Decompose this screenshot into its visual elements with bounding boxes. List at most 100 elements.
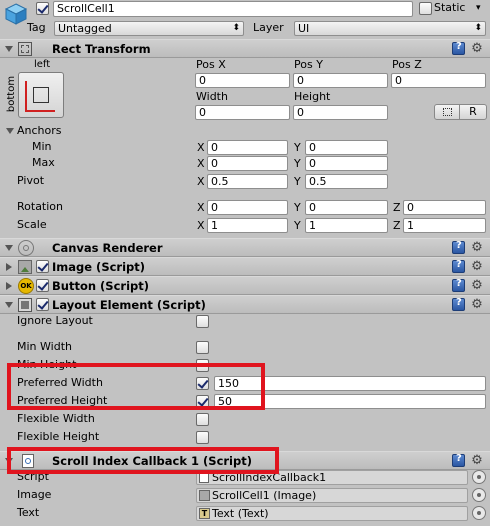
help-book-icon[interactable] xyxy=(452,278,465,292)
foldout-closed-icon[interactable] xyxy=(6,263,12,271)
static-dropdown-icon[interactable]: ▾ xyxy=(476,1,481,15)
help-book-icon[interactable] xyxy=(452,453,465,467)
script-object-picker-icon[interactable] xyxy=(472,470,486,484)
anchor-preset-red-line-bottom xyxy=(25,110,55,112)
gear-icon[interactable]: ⚙ xyxy=(470,279,484,293)
scale-x-input[interactable]: 1 xyxy=(207,218,288,233)
foldout-open-icon[interactable] xyxy=(5,245,13,251)
pos-x-header: Pos X xyxy=(196,58,226,71)
pivot-y-input[interactable]: 0.5 xyxy=(305,174,388,189)
rotation-y-input[interactable]: 0 xyxy=(305,200,388,215)
rotation-y-axis-label: Y xyxy=(294,201,301,214)
min-y-axis-label: Y xyxy=(294,141,301,154)
max-y-axis-label: Y xyxy=(294,157,301,170)
pos-x-input[interactable]: 0 xyxy=(195,73,290,88)
anchors-label: Anchors xyxy=(17,124,62,137)
scale-label: Scale xyxy=(17,218,47,231)
image-object-field[interactable]: ScrollCell1 (Image) xyxy=(196,488,468,503)
max-label: Max xyxy=(32,156,55,169)
static-checkbox[interactable] xyxy=(419,2,432,15)
text-label: Text xyxy=(17,506,40,519)
blueprint-mode-button[interactable] xyxy=(434,104,460,120)
anchor-preset-button[interactable] xyxy=(18,72,64,118)
scale-x-axis-label: X xyxy=(197,219,205,232)
flexible-height-label: Flexible Height xyxy=(17,430,100,443)
button-icon-text: OK xyxy=(20,282,32,290)
help-book-icon[interactable] xyxy=(452,259,465,273)
min-width-checkbox[interactable] xyxy=(196,341,209,354)
height-header: Height xyxy=(294,90,331,103)
button-enabled-checkbox[interactable] xyxy=(36,279,49,292)
anchor-max-y-input[interactable]: 0 xyxy=(305,156,388,171)
width-header: Width xyxy=(196,90,228,103)
gear-icon[interactable]: ⚙ xyxy=(470,298,484,312)
pos-z-input[interactable]: 0 xyxy=(391,73,486,88)
highlight-box-preferred-size xyxy=(7,363,265,410)
layout-element-icon xyxy=(18,298,32,312)
foldout-open-icon[interactable] xyxy=(5,46,13,52)
max-x-axis-label: X xyxy=(197,157,205,170)
image-object-picker-icon[interactable] xyxy=(472,488,486,502)
ignore-layout-checkbox[interactable] xyxy=(196,315,209,328)
image-object-value: ScrollCell1 (Image) xyxy=(212,489,317,502)
anchor-max-x-input[interactable]: 0 xyxy=(207,156,288,171)
anchor-preset-side-label: bottom xyxy=(6,75,18,113)
help-book-icon[interactable] xyxy=(452,297,465,311)
help-book-icon[interactable] xyxy=(452,240,465,254)
anchor-min-x-input[interactable]: 0 xyxy=(207,140,288,155)
gear-icon[interactable]: ⚙ xyxy=(470,454,484,468)
help-book-icon[interactable] xyxy=(452,41,465,55)
min-x-axis-label: X xyxy=(197,141,205,154)
raw-edit-button[interactable]: R xyxy=(459,104,487,120)
text-asset-icon: T xyxy=(199,508,210,519)
min-width-label: Min Width xyxy=(17,340,72,353)
pivot-y-axis-label: Y xyxy=(294,175,301,188)
rect-transform-header[interactable]: Rect Transform ⚙ xyxy=(0,39,490,58)
layout-element-title: Layout Element (Script) xyxy=(52,298,206,312)
gameobject-cube-icon xyxy=(4,2,28,26)
layer-dropdown[interactable]: UI ⬍ xyxy=(294,21,486,36)
layer-value: UI xyxy=(298,22,310,35)
gear-icon[interactable]: ⚙ xyxy=(470,42,484,56)
gear-icon[interactable]: ⚙ xyxy=(470,260,484,274)
layout-element-enabled-checkbox[interactable] xyxy=(36,298,49,311)
pos-z-header: Pos Z xyxy=(392,58,422,71)
button-component-header[interactable]: OK Button (Script) ⚙ xyxy=(0,276,490,295)
tag-dropdown-icon: ⬍ xyxy=(232,23,240,33)
button-component-icon: OK xyxy=(18,278,34,294)
text-object-field[interactable]: T Text (Text) xyxy=(196,506,468,521)
scale-z-axis-label: Z xyxy=(393,219,401,232)
canvas-renderer-icon xyxy=(18,240,34,256)
rotation-z-input[interactable]: 0 xyxy=(403,200,486,215)
scale-y-input[interactable]: 1 xyxy=(305,218,388,233)
rect-transform-title: Rect Transform xyxy=(52,42,151,56)
foldout-open-icon[interactable] xyxy=(5,302,13,308)
foldout-closed-icon[interactable] xyxy=(6,282,12,290)
flexible-height-checkbox[interactable] xyxy=(196,431,209,444)
button-component-title: Button (Script) xyxy=(52,279,149,293)
scale-z-input[interactable]: 1 xyxy=(403,218,486,233)
pivot-x-input[interactable]: 0.5 xyxy=(207,174,288,189)
layer-dropdown-icon: ⬍ xyxy=(474,23,482,33)
layout-element-header[interactable]: Layout Element (Script) ⚙ xyxy=(0,295,490,314)
min-label: Min xyxy=(32,140,52,153)
text-object-picker-icon[interactable] xyxy=(472,506,486,520)
active-checkbox[interactable] xyxy=(36,2,49,15)
width-input[interactable]: 0 xyxy=(195,105,290,120)
image-component-header[interactable]: Image (Script) ⚙ xyxy=(0,257,490,276)
flexible-width-checkbox[interactable] xyxy=(196,413,209,426)
flexible-width-label: Flexible Width xyxy=(17,412,95,425)
anchor-min-y-input[interactable]: 0 xyxy=(305,140,388,155)
canvas-renderer-header[interactable]: Canvas Renderer ⚙ xyxy=(0,238,490,257)
rotation-z-axis-label: Z xyxy=(393,201,401,214)
gear-icon[interactable]: ⚙ xyxy=(470,241,484,255)
anchors-foldout-icon[interactable] xyxy=(6,128,14,134)
image-enabled-checkbox[interactable] xyxy=(36,260,49,273)
rotation-x-input[interactable]: 0 xyxy=(207,200,288,215)
image-component-icon xyxy=(18,260,32,274)
anchor-preset-square xyxy=(33,87,49,103)
tag-dropdown[interactable]: Untagged ⬍ xyxy=(54,21,244,36)
height-input[interactable]: 0 xyxy=(293,105,388,120)
gameobject-name-input[interactable]: ScrollCell1 xyxy=(53,1,413,17)
pos-y-input[interactable]: 0 xyxy=(293,73,388,88)
